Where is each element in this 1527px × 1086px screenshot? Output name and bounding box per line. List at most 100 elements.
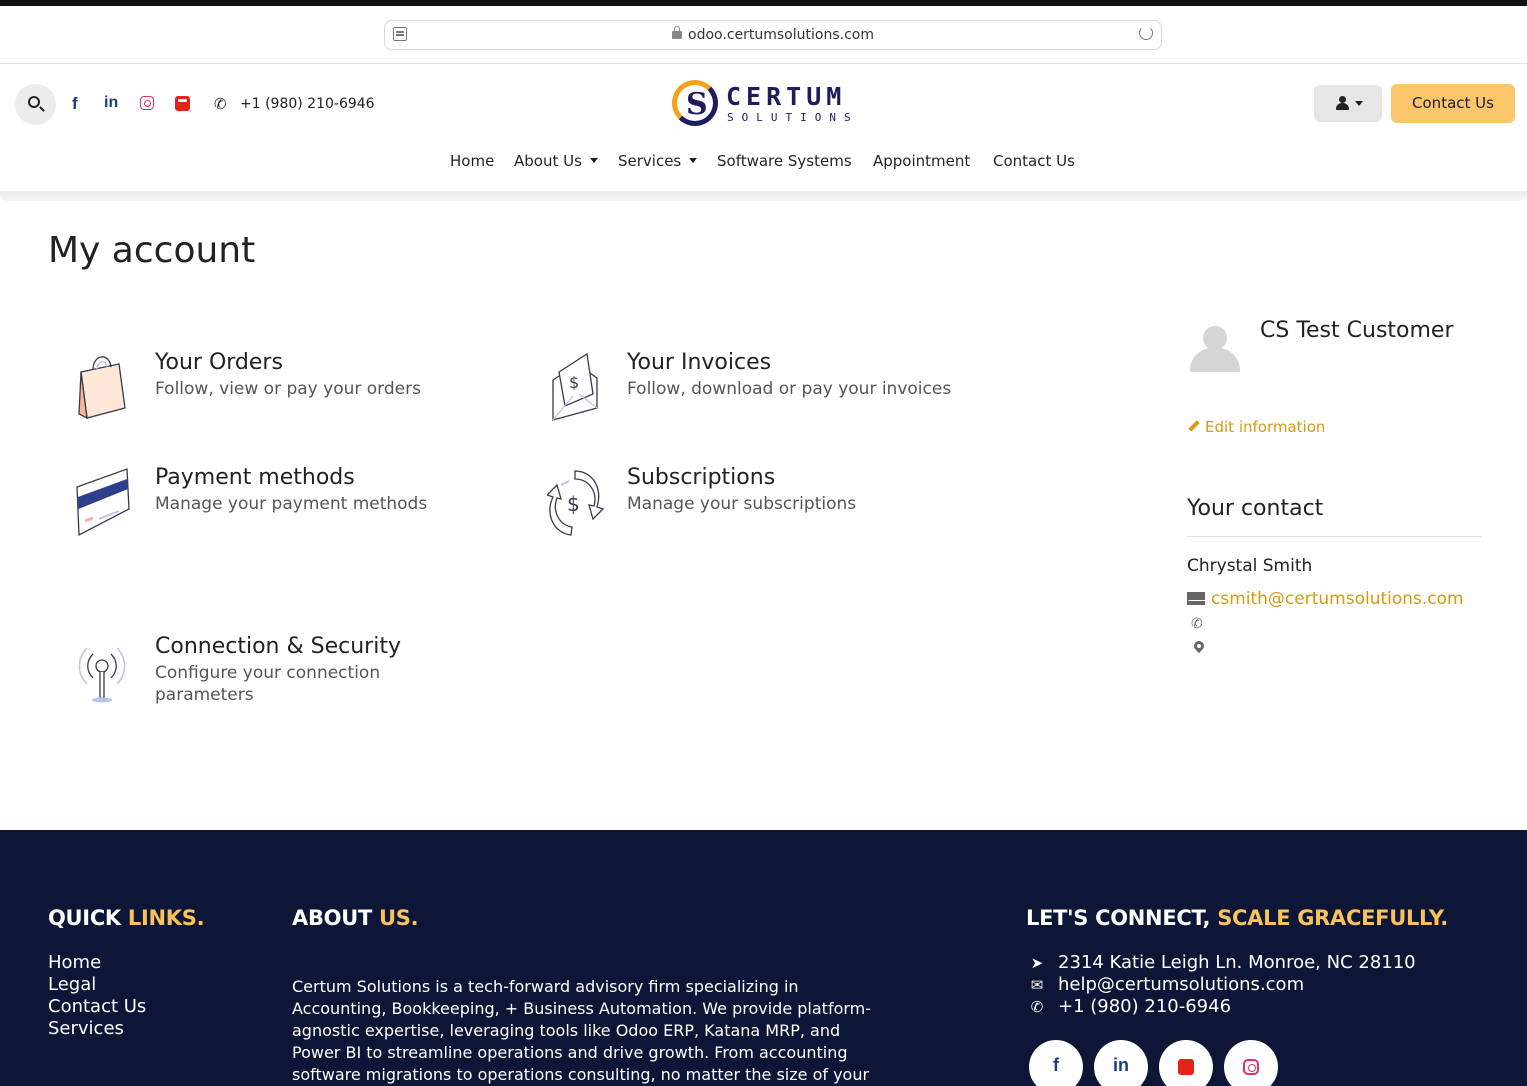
card-title: Connection & Security: [155, 634, 401, 659]
logo-wordmark: CERTUM: [726, 82, 847, 111]
facebook-icon[interactable]: f: [72, 94, 78, 114]
page-title: My account: [48, 230, 256, 271]
nav-label: Software Systems: [717, 152, 852, 170]
pencil-icon: [1187, 420, 1199, 432]
envelope-icon: [1187, 592, 1205, 605]
heading-text: ABOUT: [292, 906, 379, 930]
footer-email[interactable]: ✉ help@certumsolutions.com: [1026, 974, 1304, 995]
card-subscriptions[interactable]: $ Subscriptions Manage your subscription…: [547, 465, 967, 545]
nav-label: About Us: [514, 152, 582, 170]
contact-name: Chrystal Smith: [1187, 556, 1313, 576]
subscription-refresh-icon: $: [547, 470, 605, 536]
avatar: [1187, 326, 1243, 372]
heading-text: LET'S CONNECT,: [1026, 906, 1218, 930]
footer-youtube-button[interactable]: [1159, 1040, 1213, 1086]
footer-link-services[interactable]: Services: [48, 1018, 124, 1039]
reload-icon[interactable]: [1139, 26, 1153, 40]
phone-icon: ✆: [1191, 616, 1203, 632]
quick-links-heading: QUICK LINKS.: [48, 906, 205, 930]
nav-about-us[interactable]: About Us: [514, 152, 598, 170]
location-arrow-icon: ➤: [1030, 954, 1044, 972]
nav-contact-us[interactable]: Contact Us: [993, 152, 1075, 170]
contact-us-button[interactable]: Contact Us: [1391, 84, 1515, 123]
nav-label: Appointment: [873, 152, 971, 170]
card-desc: Configure your connection parameters: [155, 662, 380, 706]
address-text: 2314 Katie Leigh Ln. Monroe, NC 28110: [1058, 952, 1416, 973]
card-desc-line: parameters: [155, 685, 254, 705]
youtube-icon: [1178, 1059, 1194, 1075]
heading-accent: LINKS.: [127, 906, 205, 930]
footer-link-contact-us[interactable]: Contact Us: [48, 996, 146, 1017]
map-marker-icon: [1194, 641, 1204, 654]
card-title: Subscriptions: [627, 465, 776, 490]
main-nav: Home About Us Services Software Systems …: [0, 152, 1527, 176]
contact-email-link[interactable]: csmith@certumsolutions.com: [1211, 589, 1464, 609]
linkedin-icon[interactable]: in: [104, 94, 118, 112]
site-logo[interactable]: CERTUM SOLUTIONS: [672, 80, 862, 130]
connect-heading: LET'S CONNECT, SCALE GRACEFULLY.: [1026, 906, 1448, 930]
lock-icon: [672, 26, 683, 39]
phone-icon: ✆: [1030, 998, 1044, 1016]
edit-label: Edit information: [1205, 418, 1326, 436]
envelope-icon: ✉: [1030, 976, 1044, 994]
heading-text: QUICK: [48, 906, 128, 930]
card-title: Payment methods: [155, 465, 355, 490]
credit-card-icon: [76, 468, 130, 537]
card-desc: Follow, view or pay your orders: [155, 379, 421, 399]
logo-subtitle: SOLUTIONS: [727, 111, 859, 124]
user-icon: [1336, 96, 1349, 110]
chevron-down-icon: [1355, 101, 1363, 106]
browser-toolbar: odoo.certumsolutions.com: [0, 6, 1527, 64]
search-button[interactable]: [15, 84, 56, 125]
url-display[interactable]: odoo.certumsolutions.com: [385, 26, 1161, 43]
linkedin-icon: in: [1113, 1055, 1129, 1075]
chevron-down-icon: [589, 158, 598, 163]
edit-information-link[interactable]: Edit information: [1187, 418, 1325, 436]
search-icon: [28, 96, 40, 108]
url-text: odoo.certumsolutions.com: [688, 27, 874, 43]
svg-text:$: $: [569, 373, 579, 392]
antenna-signal-icon: [78, 647, 126, 703]
card-title: Your Orders: [155, 350, 283, 375]
card-desc-line: Configure your connection: [155, 663, 381, 683]
phone-text: +1 (980) 210-6946: [1058, 996, 1232, 1017]
about-text: Certum Solutions is a tech-forward advis…: [292, 977, 872, 1084]
facebook-icon: f: [1053, 1055, 1059, 1075]
card-payment-methods[interactable]: Payment methods Manage your payment meth…: [75, 465, 495, 545]
contact-email-row: csmith@certumsolutions.com: [1187, 589, 1464, 609]
card-connection-security[interactable]: Connection & Security Configure your con…: [75, 634, 495, 714]
footer-link-home[interactable]: Home: [48, 952, 101, 973]
footer-linkedin-button[interactable]: in: [1094, 1040, 1148, 1086]
nav-label: Home: [450, 152, 495, 170]
your-contact-heading: Your contact: [1187, 496, 1324, 521]
youtube-icon[interactable]: [175, 96, 190, 111]
footer-link-legal[interactable]: Legal: [48, 974, 96, 995]
nav-appointment[interactable]: Appointment: [873, 152, 970, 170]
logo-mark-icon: [672, 80, 718, 126]
heading-accent: SCALE GRACEFULLY.: [1217, 906, 1448, 930]
svg-text:$: $: [567, 492, 580, 516]
nav-services[interactable]: Services: [618, 152, 698, 170]
footer-phone[interactable]: ✆ +1 (980) 210-6946: [1026, 996, 1231, 1017]
footer-address: ➤ 2314 Katie Leigh Ln. Monroe, NC 28110: [1026, 952, 1416, 973]
heading-accent: US.: [379, 906, 419, 930]
instagram-icon[interactable]: [140, 96, 154, 110]
nav-label: Services: [618, 152, 682, 170]
nav-home[interactable]: Home: [450, 152, 494, 170]
nav-software-systems[interactable]: Software Systems: [717, 152, 852, 170]
card-desc: Manage your payment methods: [155, 494, 428, 514]
site-header: f in ✆ +1 (980) 210-6946 CERTUM SOLUTION…: [0, 64, 1527, 191]
shopping-bag-icon: [78, 356, 126, 420]
site-footer: QUICK LINKS. Home Legal Contact Us Servi…: [0, 830, 1527, 1086]
email-text: help@certumsolutions.com: [1058, 974, 1305, 995]
card-your-orders[interactable]: Your Orders Follow, view or pay your ord…: [75, 350, 495, 430]
chevron-down-icon: [689, 158, 698, 163]
profile-name: CS Test Customer: [1260, 318, 1454, 343]
address-bar[interactable]: odoo.certumsolutions.com: [384, 20, 1162, 50]
footer-instagram-button[interactable]: [1224, 1040, 1278, 1086]
user-menu-button[interactable]: [1314, 85, 1382, 122]
header-phone[interactable]: +1 (980) 210-6946: [240, 96, 375, 112]
footer-facebook-button[interactable]: f: [1029, 1040, 1083, 1086]
invoice-envelope-icon: $: [552, 352, 598, 421]
card-your-invoices[interactable]: $ Your Invoices Follow, download or pay …: [547, 350, 987, 430]
